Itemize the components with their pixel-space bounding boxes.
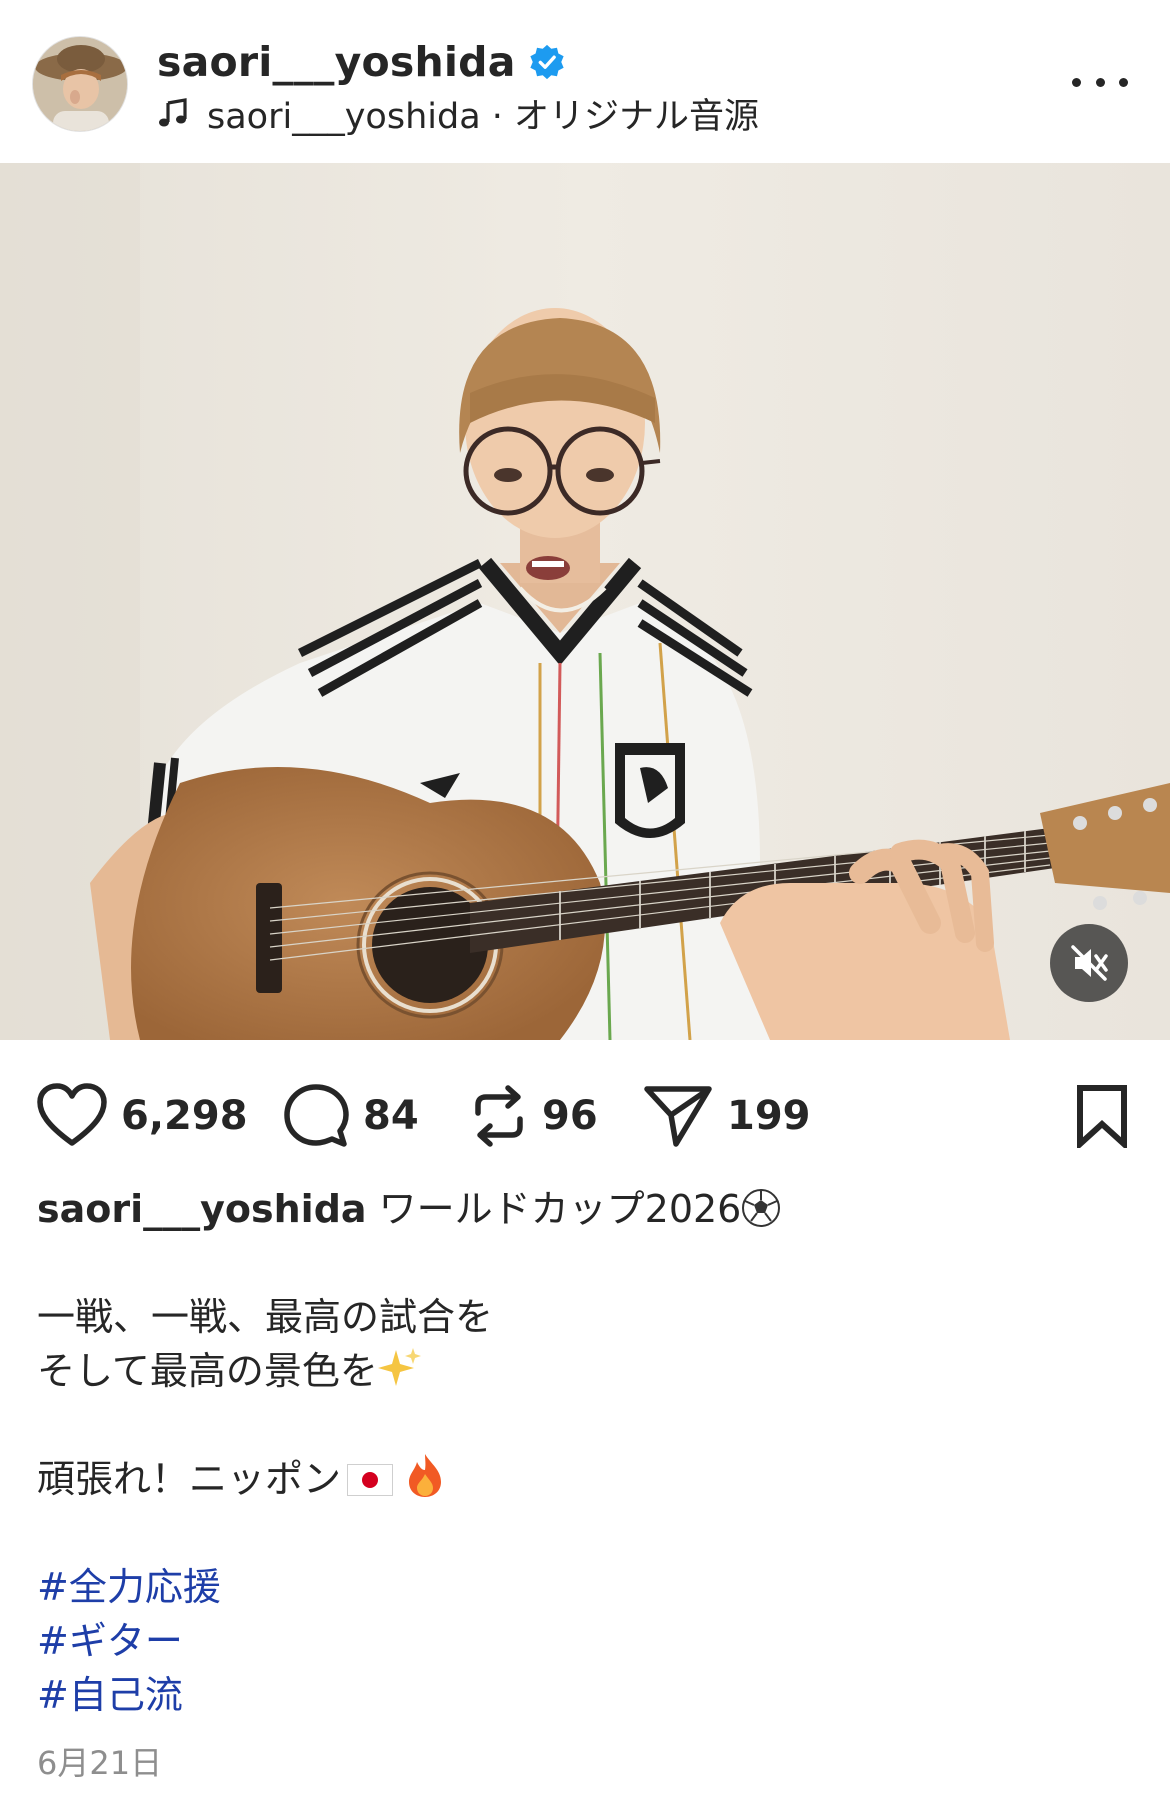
audio-label: saori___yoshida · オリジナル音源 <box>207 96 760 137</box>
comment-icon <box>284 1084 349 1147</box>
post-header: saori___yoshida saori___yoshida · オリジナル音… <box>0 0 1170 163</box>
caption-line-3-text: 頑張れ！ニッポン <box>37 1457 342 1501</box>
like-count: 6,298 <box>121 1093 248 1139</box>
verified-icon <box>529 44 564 80</box>
comment-count: 84 <box>363 1093 419 1139</box>
avatar[interactable] <box>32 36 128 132</box>
comment-button[interactable]: 84 <box>283 1076 419 1156</box>
video-frame <box>0 163 1170 1040</box>
audio-link[interactable]: saori___yoshida · オリジナル音源 <box>157 92 759 137</box>
repost-button[interactable]: 96 <box>470 1076 598 1156</box>
heart-icon <box>37 1083 107 1146</box>
post-date: 6月21日 <box>37 1744 163 1782</box>
post-username[interactable]: saori___yoshida <box>157 38 516 86</box>
share-button[interactable]: 199 <box>643 1076 811 1156</box>
post-caption: saori___yoshida ワールドカップ2026 一戦、一戦、最高の試合を… <box>37 1182 1137 1722</box>
caption-line-3: 頑張れ！ニッポン <box>37 1452 1137 1506</box>
more-icon[interactable] <box>1072 62 1128 102</box>
fire-icon <box>409 1454 442 1497</box>
hashtag-link[interactable]: #ギター <box>37 1614 1137 1668</box>
caption-first-line: saori___yoshida ワールドカップ2026 <box>37 1182 1137 1236</box>
caption-username[interactable]: saori___yoshida <box>37 1187 367 1231</box>
mute-icon[interactable] <box>1050 924 1128 1002</box>
soccer-ball-icon <box>742 1189 781 1227</box>
caption-line-2: そして最高の景色を <box>37 1344 1137 1398</box>
like-button[interactable]: 6,298 <box>37 1076 248 1156</box>
repost-icon <box>475 1085 523 1147</box>
caption-line-1: 一戦、一戦、最高の試合を <box>37 1295 494 1339</box>
bookmark-icon <box>1077 1085 1127 1148</box>
hashtag-link[interactable]: #全力応援 <box>37 1560 1137 1614</box>
caption-line-2-text: そして最高の景色を <box>37 1349 378 1393</box>
hashtag-link[interactable]: #自己流 <box>37 1668 1137 1722</box>
post-video[interactable] <box>0 163 1170 1040</box>
share-icon <box>644 1086 712 1147</box>
action-bar: 6,298 84 96 199 <box>0 1076 1170 1156</box>
music-note-icon <box>159 98 187 127</box>
caption-title: ワールドカップ2026 <box>378 1187 742 1231</box>
japan-flag-icon <box>347 1464 394 1496</box>
share-count: 199 <box>727 1093 811 1139</box>
bookmark-button[interactable] <box>1074 1076 1130 1156</box>
sparkles-icon <box>377 1348 421 1386</box>
repost-count: 96 <box>542 1093 598 1139</box>
